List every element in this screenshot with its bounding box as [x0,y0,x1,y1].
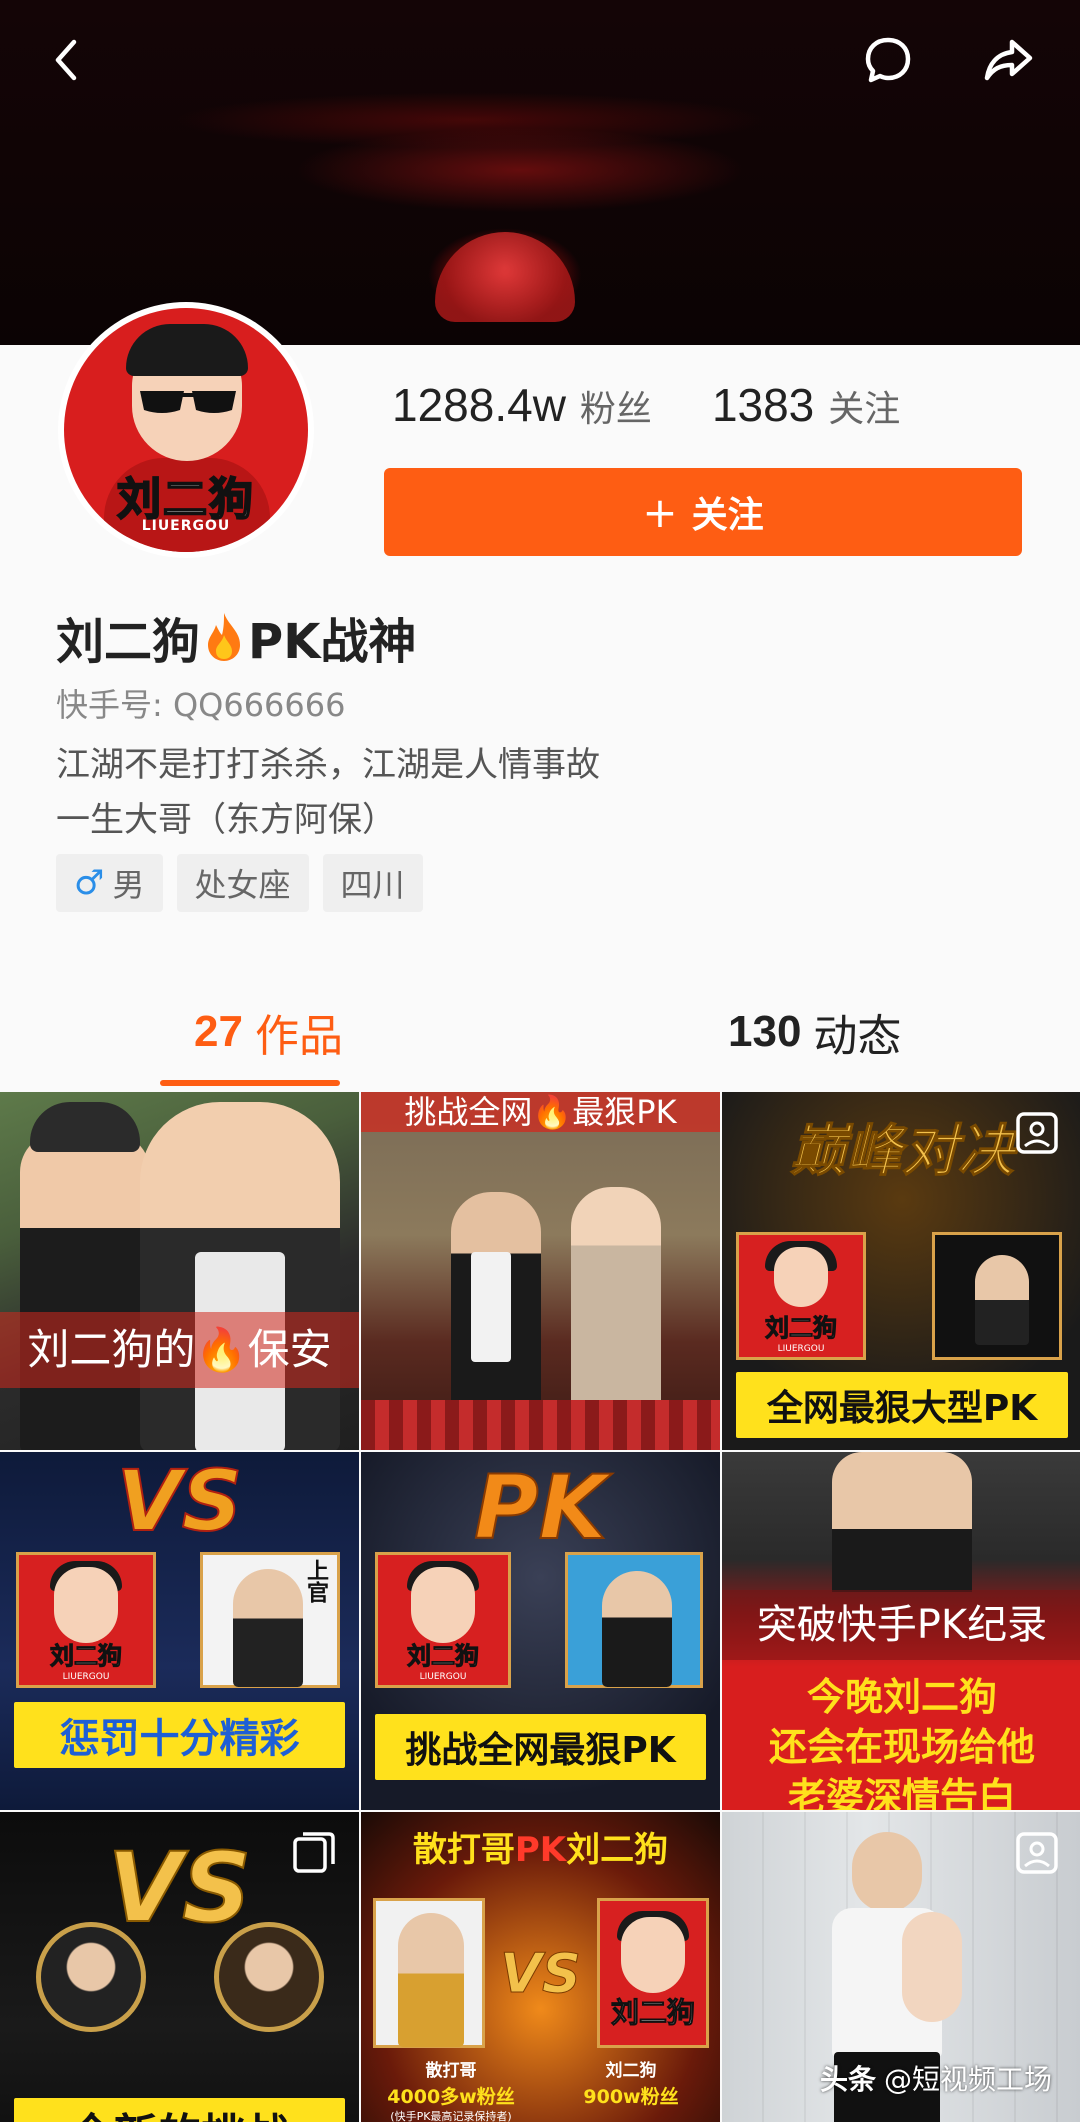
video-thumbnail[interactable]: PK 刘二狗 LIUERGOU 挑战全网最狠PK [361,1452,720,1810]
video-thumbnail[interactable]: 刘二狗的🔥保安 [0,1092,359,1450]
followers-count[interactable]: 1288.4w [392,378,566,432]
gender-tag: ♂ 男 [56,854,163,912]
opponent-card [932,1232,1062,1360]
opponent-card: 上官 [200,1552,340,1688]
followers-label[interactable]: 粉丝 [580,380,652,432]
sunglasses-icon [140,391,236,413]
thumbnail-caption: 挑战全网🔥最狠PK [404,1093,677,1131]
gallery-icon [1016,1112,1058,1154]
profile-banner [0,0,1080,345]
video-thumbnail[interactable]: VS 全新的挑战 [0,1812,359,2122]
thumbnail-vs: VS [107,1831,252,1945]
profile-card: 刘二狗 LIUERGOU [375,1552,511,1688]
thumbnail-title: PK [473,1455,608,1560]
opponent-card [565,1552,703,1688]
profile-card: 刘二狗 LIUERGOU [16,1552,156,1688]
chat-bubble-icon [865,37,911,83]
video-thumbnail[interactable]: 巅峰对决 刘二狗 LIUERGOU 全网最狠大型PK [722,1092,1080,1450]
video-thumbnail[interactable]: 突破快手PK纪录 今晚刘二狗 还会在现场给他 老婆深情告白 [722,1452,1080,1810]
fire-icon [208,613,241,661]
back-button[interactable] [38,30,98,90]
share-button[interactable] [978,30,1038,90]
gallery-icon [1016,1832,1058,1874]
works-grid: 刘二狗的🔥保安 挑战全网🔥最狠PK 巅峰对决 刘二狗 LIUERGOU 全网最狠… [0,1092,1080,2122]
display-name: 刘二狗 PK战神 [56,602,416,672]
thumbnail-banner: 挑战全网最狠PK [375,1714,706,1780]
following-count[interactable]: 1383 [712,378,814,432]
watermark: 头条 @短视频工场 [819,2063,1052,2096]
avatar-subtitle: LIUERGOU [141,518,231,534]
plus-icon: + [642,487,678,537]
profile-card: 刘二狗 [597,1898,709,2048]
video-thumbnail[interactable]: VS 刘二狗 LIUERGOU 上官 惩罚十分精彩 [0,1452,359,1810]
thumbnail-banner: 全新的挑战 [14,2098,345,2122]
chevron-left-icon [55,39,77,81]
message-button[interactable] [858,30,918,90]
thumbnail-banner: 惩罚十分精彩 [14,1702,345,1768]
tab-moments[interactable]: 130 动态 [728,980,901,1084]
bio: 江湖不是打打杀杀，江湖是人情事故 一生大哥（东方阿保） [56,745,600,840]
profile-stats: 1288.4w 粉丝 1383 关注 [392,378,900,432]
video-thumbnail[interactable]: 散打哥PK刘二狗 VS 刘二狗 散打哥 4000多w粉丝 (快手PK最高记录保持… [361,1812,720,2122]
content-tabs: 27 作品 130 动态 [0,980,1080,1090]
avatar[interactable]: 刘二狗 LIUERGOU [58,302,314,558]
profile-card: 刘二狗 LIUERGOU [736,1232,866,1360]
thumbnail-title: 散打哥PK刘二狗 [412,1830,669,1870]
follow-button[interactable]: + 关注 [384,468,1022,556]
share-arrow-icon [984,39,1033,81]
following-label[interactable]: 关注 [828,380,900,432]
thumbnail-vs: VS [116,1452,244,1551]
thumbnail-caption: 突破快手PK纪录 [722,1590,1080,1660]
location-tag: 四川 [322,854,423,912]
thumbnail-banner: 全网最狠大型PK [736,1372,1068,1438]
active-tab-indicator [160,1080,340,1086]
video-thumbnail[interactable]: 挑战全网🔥最狠PK [361,1092,720,1450]
profile-tags: ♂ 男 处女座 四川 [56,854,423,912]
opponent-avatar [214,1922,324,2032]
follow-button-label: 关注 [691,495,764,536]
opponent-avatar [36,1922,146,2032]
thumbnail-caption: 刘二狗的🔥保安 [0,1312,359,1388]
kuaishou-id: 快手号: QQ666666 [56,686,346,724]
banner-sun [435,232,575,322]
zodiac-tag: 处女座 [176,854,309,912]
male-icon: ♂ [74,863,105,903]
tab-works[interactable]: 27 作品 [194,980,343,1084]
